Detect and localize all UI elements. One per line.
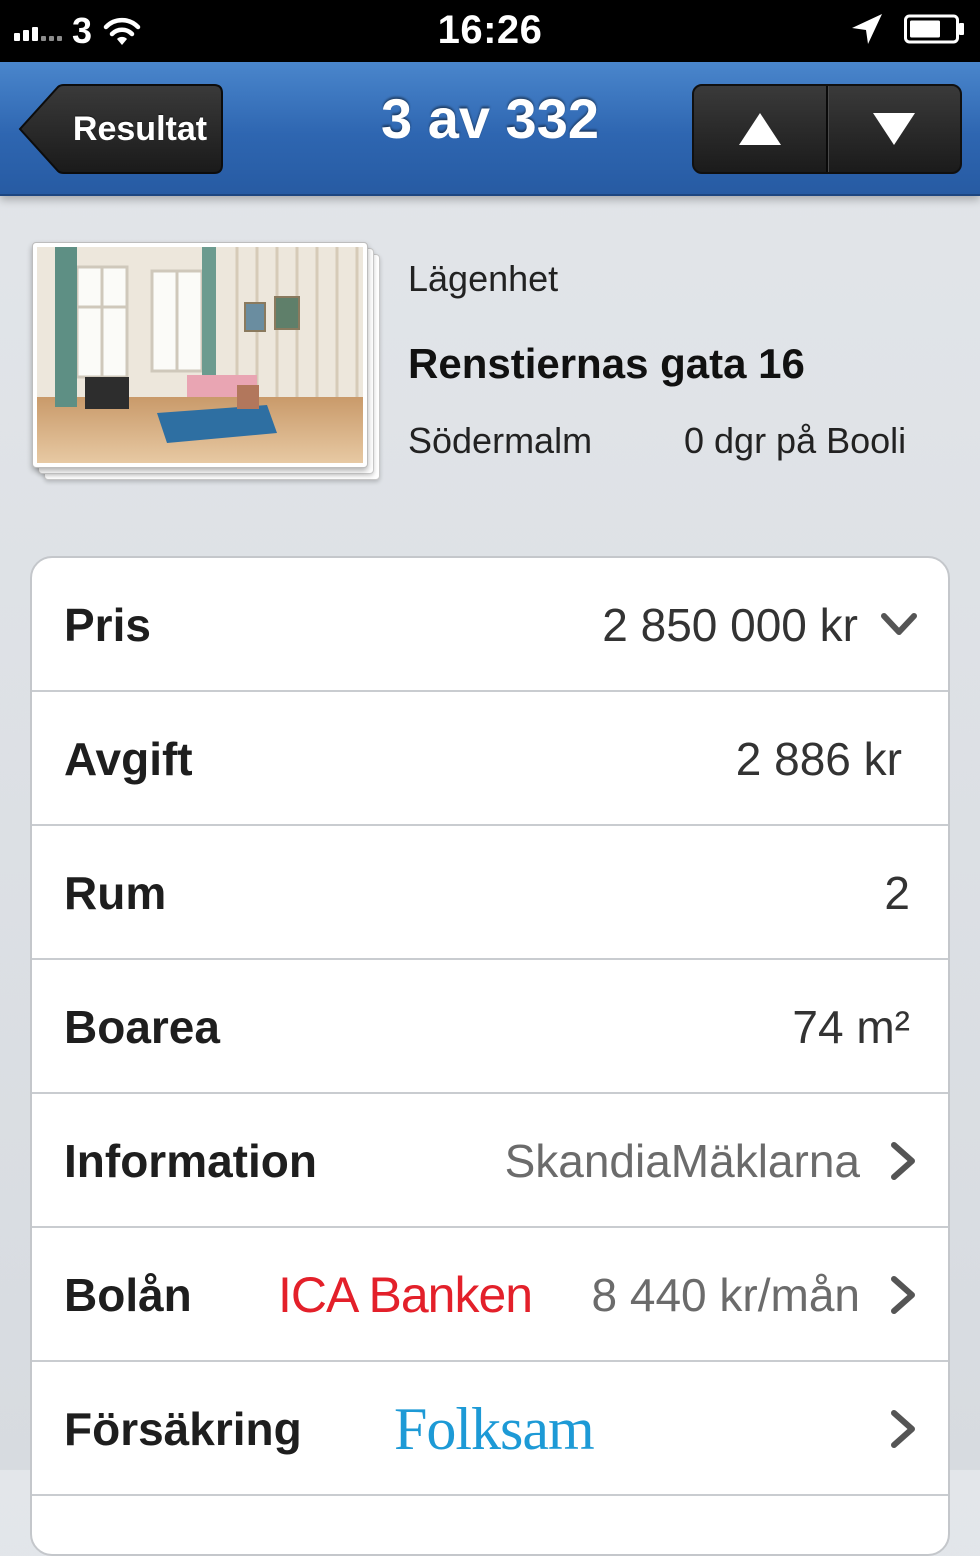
back-button[interactable]: Resultat <box>18 84 224 174</box>
next-button[interactable] <box>826 86 960 172</box>
details-table: Pris 2 850 000 kr Avgift 2 886 kr Rum 2 … <box>30 556 950 1556</box>
listing-type: Lägenhet <box>408 258 559 299</box>
listing-photo-image <box>32 242 368 468</box>
fee-label: Avgift <box>64 733 193 785</box>
price-row[interactable]: Pris 2 850 000 kr <box>32 558 948 692</box>
listing-days-on-site: 0 dgr på Booli <box>684 420 907 461</box>
fee-value: 2 886 kr <box>735 733 902 785</box>
chevron-right-icon <box>891 1410 915 1448</box>
listing-photo[interactable] <box>32 242 382 482</box>
arrow-up-icon <box>739 113 781 145</box>
listing-address: Renstiernas gata 16 <box>408 340 805 387</box>
size-value: 74 m² <box>792 1001 910 1053</box>
insurance-label: Försäkring <box>64 1403 302 1455</box>
location-icon <box>852 14 882 44</box>
battery-icon <box>904 14 964 44</box>
mortgage-label: Bolån <box>64 1269 192 1321</box>
folksam-logo: Folksam <box>394 1396 595 1462</box>
mortgage-row[interactable]: Bolån ICA Banken 8 440 kr/mån <box>32 1228 948 1362</box>
information-value: SkandiaMäklarna <box>504 1135 860 1187</box>
page-title: 3 av 332 <box>381 87 599 150</box>
prev-next-control <box>692 84 962 174</box>
information-label: Information <box>64 1135 317 1187</box>
back-button-label: Resultat <box>72 110 208 148</box>
mortgage-value: 8 440 kr/mån <box>591 1269 860 1321</box>
rooms-value: 2 <box>884 867 910 919</box>
fee-row: Avgift 2 886 kr <box>32 692 948 826</box>
status-bar: 3 16:26 <box>0 0 980 62</box>
ica-banken-logo: ICA Banken <box>278 1267 533 1323</box>
chevron-right-icon <box>891 1276 915 1314</box>
price-value: 2 850 000 kr <box>602 599 858 651</box>
insurance-row[interactable]: Försäkring Folksam <box>32 1362 948 1496</box>
listing-area: Södermalm <box>408 420 593 461</box>
information-row[interactable]: Information SkandiaMäklarna <box>32 1094 948 1228</box>
rooms-label: Rum <box>64 867 167 919</box>
rooms-row: Rum 2 <box>32 826 948 960</box>
status-right <box>850 12 966 46</box>
size-row: Boarea 74 m² <box>32 960 948 1094</box>
arrow-down-icon <box>873 113 915 145</box>
previous-button[interactable] <box>694 86 826 172</box>
status-time: 16:26 <box>437 8 543 52</box>
navigation-bar: Resultat 3 av 332 <box>0 62 980 196</box>
size-label: Boarea <box>64 1001 220 1053</box>
chevron-right-icon <box>891 1142 915 1180</box>
price-label: Pris <box>64 599 151 651</box>
chevron-down-icon <box>881 613 917 635</box>
